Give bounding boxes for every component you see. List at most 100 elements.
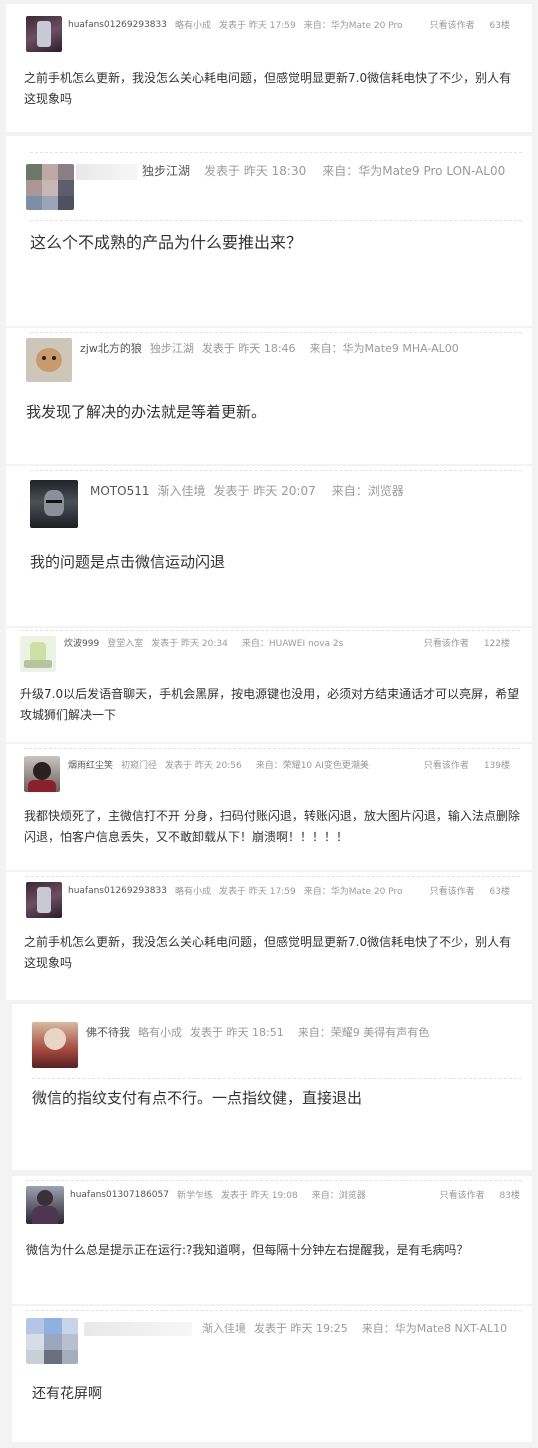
- post-card: 炊波999 登堂入室 发表于 昨天 20:34 来自：HUAWEI nova 2…: [6, 628, 532, 742]
- post-actions: 只看该作者 63楼: [418, 884, 510, 897]
- user-level: 略有小成: [175, 21, 212, 31]
- post-device: 来自：华为Mate 20 Pro: [303, 887, 403, 897]
- divider: [30, 470, 522, 471]
- user-level: 登堂入室: [107, 639, 144, 649]
- post-meta: 独步江湖 发表于 昨天 18:30 来自：华为Mate9 Pro LON-AL0…: [142, 162, 513, 179]
- post-body: 微信的指纹支付有点不行。一点指纹健，直接退出: [32, 1089, 363, 1107]
- divider: [30, 332, 522, 333]
- username[interactable]: 佛不待我: [86, 1024, 130, 1040]
- username[interactable]: huafans01269293833: [68, 886, 167, 896]
- divider: [30, 220, 522, 221]
- only-author-link[interactable]: 只看该作者: [430, 21, 475, 31]
- username[interactable]: 烟雨红尘笑: [68, 758, 113, 771]
- post-time: 发表于 昨天 18:51: [190, 1026, 284, 1039]
- post-time: 发表于 昨天 20:34: [151, 639, 228, 649]
- only-author-link[interactable]: 只看该作者: [430, 887, 475, 897]
- post-device: 来自：荣耀9 美得有声有色: [297, 1026, 430, 1039]
- username[interactable]: MOTO511: [90, 484, 149, 498]
- post-device: 来自：华为Mate8 NXT-AL10: [361, 1322, 508, 1335]
- post-time: 发表于 昨天 17:59: [219, 887, 296, 897]
- post-meta: huafans01307186057 新学乍练 发表于 昨天 19:08 来自：…: [70, 1188, 374, 1202]
- avatar[interactable]: [26, 16, 62, 52]
- post-card: 渐入佳境 发表于 昨天 19:25 来自：华为Mate8 NXT-AL10 还有…: [12, 1306, 532, 1442]
- divider: [26, 1180, 522, 1181]
- post-body: 升级7.0以后发语音聊天，手机会黑屏，按电源键也没用，必须对方结束通话才可以亮屏…: [20, 687, 520, 722]
- post-time: 发表于 昨天 20:56: [165, 761, 242, 771]
- user-level: 渐入佳境: [202, 1322, 246, 1335]
- divider: [26, 876, 520, 877]
- post-meta: zjw北方的狼 独步江湖 发表于 昨天 18:46 来自：华为Mate9 MHA…: [80, 340, 467, 356]
- post-time: 发表于 昨天 18:46: [201, 342, 296, 355]
- post-device: 来自：HUAWEI nova 2s: [241, 639, 344, 649]
- user-level: 渐入佳境: [157, 484, 206, 498]
- user-level: 略有小成: [138, 1026, 182, 1039]
- username[interactable]: 炊波999: [64, 636, 99, 649]
- post-meta: 渐入佳境 发表于 昨天 19:25 来自：华为Mate8 NXT-AL10: [202, 1320, 515, 1336]
- post-device: 来自：浏览器: [331, 484, 404, 498]
- post-body: 我发现了解决的办法就是等着更新。: [26, 403, 267, 421]
- post-card: 佛不待我 略有小成 发表于 昨天 18:51 来自：荣耀9 美得有声有色 微信的…: [12, 1004, 532, 1170]
- username[interactable]: huafans01307186057: [70, 1190, 169, 1200]
- only-author-link[interactable]: 只看该作者: [424, 761, 469, 771]
- post-body: 还有花屏啊: [32, 1386, 102, 1402]
- post-actions: 只看该作者 63楼: [418, 18, 510, 31]
- post-time: 发表于 昨天 19:25: [254, 1322, 348, 1335]
- post-card: 烟雨红尘笑 初窥门径 发表于 昨天 20:56 来自：荣耀10 AI变色更潮美 …: [6, 744, 532, 870]
- post-meta: huafans01269293833 略有小成 发表于 昨天 17:59 来自：…: [68, 18, 411, 32]
- username[interactable]: zjw北方的狼: [80, 340, 142, 356]
- avatar[interactable]: [30, 480, 78, 528]
- user-level: 初窥门径: [121, 761, 158, 771]
- post-meta: 炊波999 登堂入室 发表于 昨天 20:34 来自：HUAWEI nova 2…: [64, 636, 351, 649]
- post-time: 发表于 昨天 20:07: [213, 484, 316, 498]
- avatar[interactable]: [26, 1186, 64, 1224]
- avatar[interactable]: [26, 1318, 78, 1364]
- post-time: 发表于 昨天 19:08: [221, 1191, 298, 1201]
- post-actions: 只看该作者 122楼: [412, 636, 510, 649]
- user-level: 略有小成: [175, 887, 212, 897]
- floor-number: 63楼: [489, 21, 510, 31]
- post-body: 我都快烦死了，主微信打不开 分身，扫码付账闪退，转账闪退，放大图片闪退，输入法点…: [24, 809, 520, 844]
- avatar[interactable]: [26, 338, 72, 382]
- avatar[interactable]: [20, 636, 56, 672]
- only-author-link[interactable]: 只看该作者: [440, 1191, 485, 1201]
- post-meta: MOTO511 渐入佳境 发表于 昨天 20:07 来自：浏览器: [90, 482, 412, 499]
- floor-number: 83楼: [499, 1191, 520, 1201]
- post-time: 发表于 昨天 18:30: [204, 164, 307, 178]
- post-card: 独步江湖 发表于 昨天 18:30 来自：华为Mate9 Pro LON-AL0…: [6, 136, 532, 326]
- floor-number: 63楼: [489, 887, 510, 897]
- post-meta: huafans01269293833 略有小成 发表于 昨天 17:59 来自：…: [68, 884, 411, 898]
- user-level: 独步江湖: [149, 342, 194, 355]
- post-body: 之前手机怎么更新，我没怎么关心耗电问题，但感觉明显更新7.0微信耗电快了不少，别…: [24, 71, 512, 106]
- post-card: zjw北方的狼 独步江湖 发表于 昨天 18:46 来自：华为Mate9 MHA…: [6, 328, 532, 464]
- divider: [32, 1078, 522, 1079]
- post-actions: 只看该作者 83楼: [428, 1188, 520, 1201]
- avatar[interactable]: [32, 1022, 78, 1068]
- user-level: 新学乍练: [177, 1191, 214, 1201]
- post-time: 发表于 昨天 17:59: [219, 21, 296, 31]
- post-meta: 佛不待我 略有小成 发表于 昨天 18:51 来自：荣耀9 美得有声有色: [86, 1024, 437, 1040]
- post-card: huafans01307186057 新学乍练 发表于 昨天 19:08 来自：…: [12, 1176, 532, 1304]
- post-card: huafans01269293833 略有小成 发表于 昨天 17:59 来自：…: [6, 4, 532, 132]
- only-author-link[interactable]: 只看该作者: [424, 639, 469, 649]
- avatar[interactable]: [26, 882, 62, 918]
- post-device: 来自：浏览器: [311, 1191, 366, 1201]
- post-card: huafans01269293833 略有小成 发表于 昨天 17:59 来自：…: [6, 872, 532, 1000]
- username[interactable]: huafans01269293833: [68, 20, 167, 30]
- post-card: MOTO511 渐入佳境 发表于 昨天 20:07 来自：浏览器 我的问题是点击…: [6, 466, 532, 626]
- username[interactable]: 独步江湖: [142, 162, 190, 179]
- floor-number: 139楼: [483, 761, 510, 771]
- blurred-username: [76, 164, 138, 180]
- post-body: 之前手机怎么更新，我没怎么关心耗电问题，但感觉明显更新7.0微信耗电快了不少，别…: [24, 935, 512, 970]
- post-body: 这么个不成熟的产品为什么要推出来？: [30, 233, 303, 252]
- divider: [26, 1310, 522, 1311]
- post-device: 来自：华为Mate9 Pro LON-AL00: [322, 164, 506, 178]
- post-device: 来自：荣耀10 AI变色更潮美: [255, 761, 369, 771]
- post-actions: 只看该作者 139楼: [412, 758, 510, 771]
- divider: [20, 630, 520, 631]
- avatar[interactable]: [24, 756, 60, 792]
- post-body: 我的问题是点击微信运动闪退: [30, 553, 226, 571]
- blurred-username: [84, 1322, 192, 1336]
- post-meta: 烟雨红尘笑 初窥门径 发表于 昨天 20:56 来自：荣耀10 AI变色更潮美: [68, 758, 377, 771]
- avatar[interactable]: [26, 164, 74, 210]
- floor-number: 122楼: [483, 639, 510, 649]
